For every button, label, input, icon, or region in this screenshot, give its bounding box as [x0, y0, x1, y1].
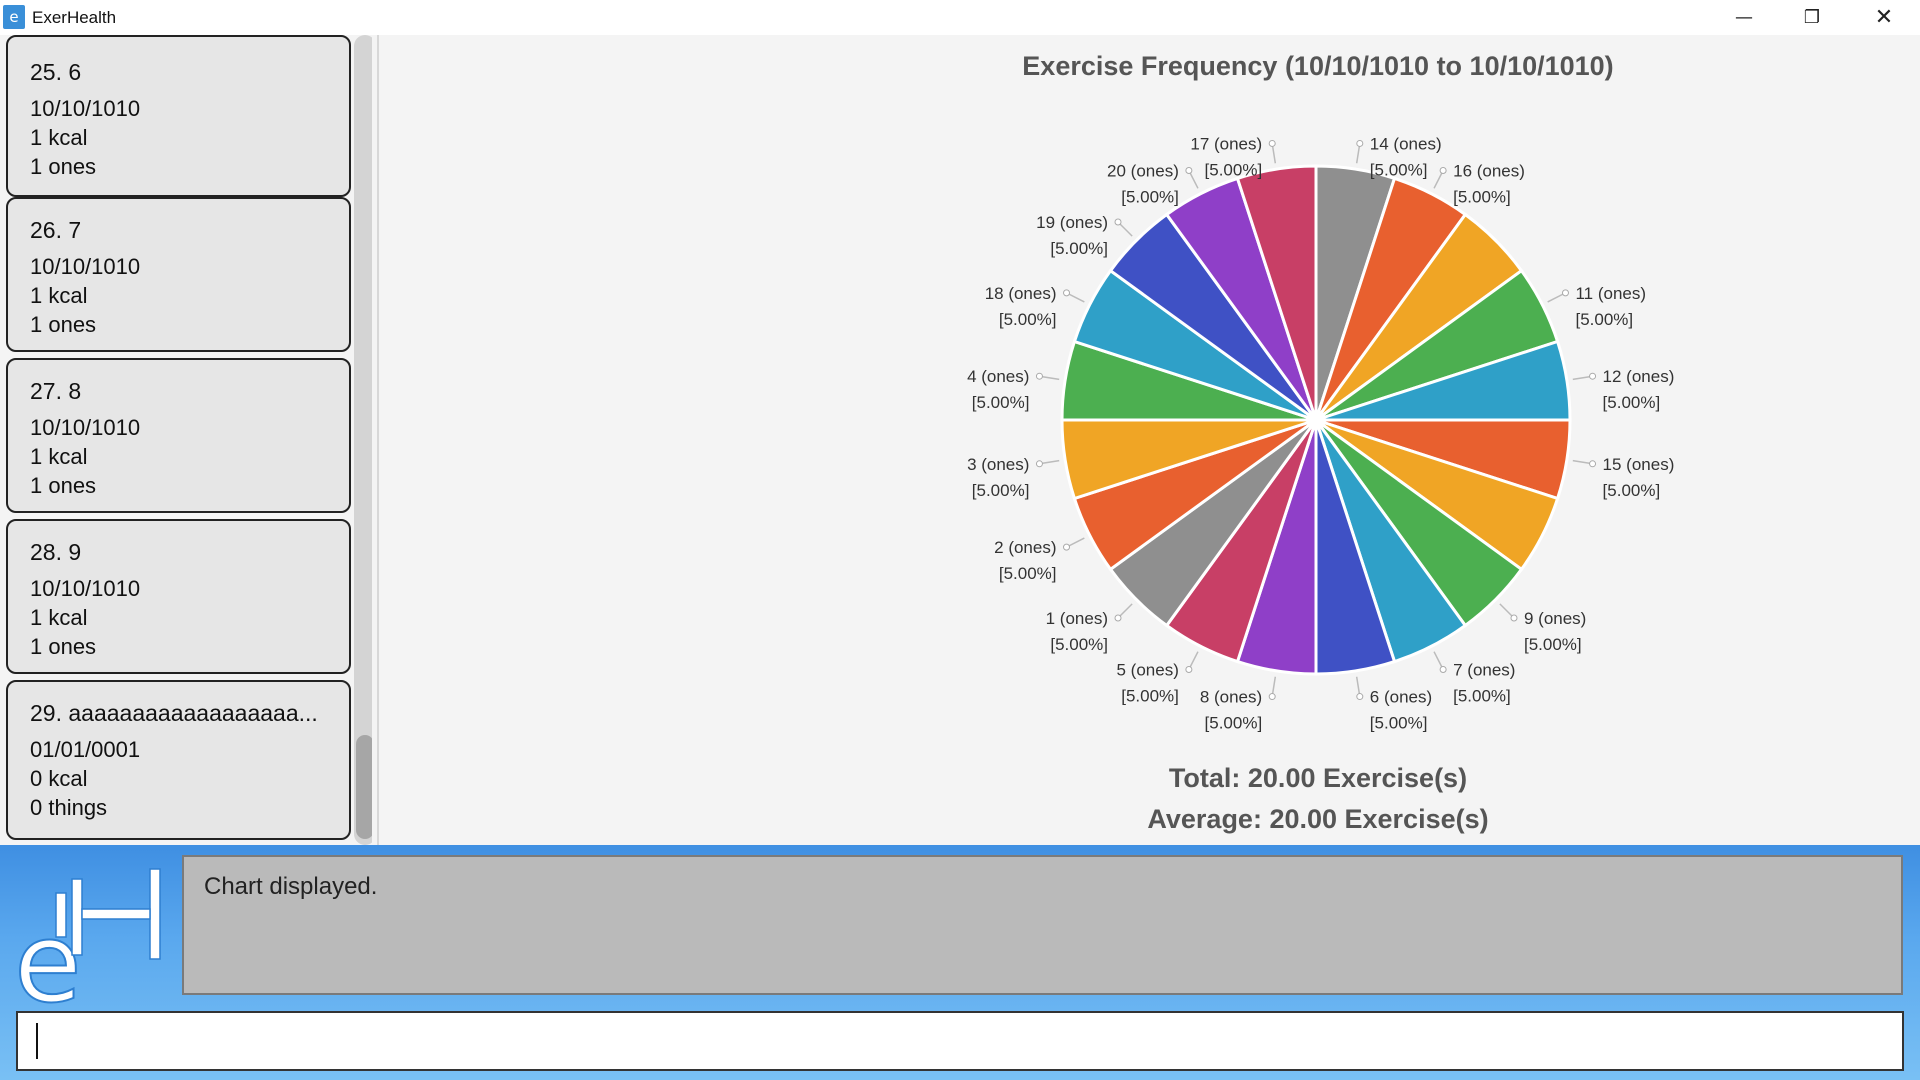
exercise-title: 27. 8: [30, 378, 82, 404]
label-leader-dot: [1185, 167, 1193, 175]
exercise-card[interactable]: 25. 6 10/10/1010 1 kcal 1 ones: [6, 35, 351, 197]
slice-label: 15 (ones): [1603, 455, 1675, 474]
label-leader-dot: [1510, 614, 1518, 622]
list-scrollbar-thumb[interactable]: [356, 735, 372, 839]
label-leader-dot: [1185, 665, 1193, 673]
exercise-quantity: 1 ones: [30, 154, 97, 179]
slice-label: 6 (ones): [1370, 688, 1432, 707]
chart-title: Exercise Frequency (10/10/1010 to 10/10/…: [1022, 51, 1614, 81]
slice-percent-label: [5.00%]: [1524, 635, 1582, 654]
command-area: e Chart displayed.: [0, 845, 1920, 1080]
slice-label: 16 (ones): [1453, 162, 1525, 181]
slice-label: 18 (ones): [985, 284, 1057, 303]
minimize-button[interactable]: —: [1710, 0, 1778, 35]
exercise-list[interactable]: 25. 6 10/10/1010 1 kcal 1 ones 26. 7 10/…: [0, 35, 372, 845]
exercise-date: 10/10/1010: [30, 254, 141, 279]
exercise-title: 25. 6: [30, 59, 82, 85]
slice-percent-label: [5.00%]: [1370, 714, 1428, 733]
text-caret: [36, 1023, 38, 1059]
result-display: Chart displayed.: [182, 855, 1903, 995]
slice-label: 7 (ones): [1453, 660, 1515, 679]
exercise-date: 10/10/1010: [30, 96, 141, 121]
exercise-title: 29. aaaaaaaaaaaaaaaaaa...: [30, 700, 318, 726]
slice-percent-label: [5.00%]: [1121, 188, 1179, 207]
label-leader-dot: [1561, 289, 1569, 297]
exercise-card[interactable]: 28. 9 10/10/1010 1 kcal 1 ones: [6, 519, 351, 674]
exercise-quantity: 1 ones: [30, 473, 97, 498]
slice-label: 20 (ones): [1107, 162, 1179, 181]
slice-percent-label: [5.00%]: [1121, 686, 1179, 705]
exercise-calories: 1 kcal: [30, 444, 88, 469]
slice-percent-label: [5.00%]: [999, 310, 1057, 329]
slice-percent-label: [5.00%]: [1453, 188, 1511, 207]
slice-label: 3 (ones): [967, 455, 1029, 474]
slice-label: 2 (ones): [994, 538, 1056, 557]
label-leader-dot: [1035, 372, 1043, 380]
slice-label: 4 (ones): [967, 367, 1029, 386]
exercise-quantity: 1 ones: [30, 312, 97, 337]
chart-average: Average: 20.00 Exercise(s): [1147, 804, 1489, 834]
exercise-card[interactable]: 29. aaaaaaaaaaaaaaaaaa... 01/01/0001 0 k…: [6, 680, 351, 840]
label-leader-dot: [1268, 693, 1276, 701]
slice-percent-label: [5.00%]: [1205, 160, 1263, 179]
label-leader-dot: [1035, 460, 1043, 468]
exercise-calories: 1 kcal: [30, 283, 88, 308]
chart-total: Total: 20.00 Exercise(s): [1168, 763, 1468, 793]
slice-label: 14 (ones): [1370, 134, 1442, 153]
label-leader-dot: [1356, 693, 1364, 701]
detail-panel: [377, 35, 718, 845]
title-bar: e ExerHealth — ❐ ✕: [0, 0, 1920, 35]
exercise-date: 10/10/1010: [30, 415, 141, 440]
exercise-date: 01/01/0001: [30, 737, 141, 762]
slice-percent-label: [5.00%]: [972, 393, 1030, 412]
app-logo-icon: e: [3, 5, 25, 29]
exercise-calories: 0 kcal: [30, 766, 88, 791]
slice-label: 19 (ones): [1036, 213, 1108, 232]
slice-label: 8 (ones): [1200, 688, 1262, 707]
exerhealth-logo: e: [14, 868, 161, 1009]
slice-percent-label: [5.00%]: [1050, 635, 1108, 654]
slice-label: 9 (ones): [1524, 609, 1586, 628]
label-leader-dot: [1439, 665, 1447, 673]
slice-percent-label: [5.00%]: [1050, 239, 1108, 258]
window-title: ExerHealth: [32, 8, 117, 27]
slice-label: 5 (ones): [1117, 660, 1179, 679]
pie-chart: 14 (ones) [5.00%] 16 (ones) [5.00%] 11 (ones…: [967, 134, 1675, 733]
exercise-title: 26. 7: [30, 217, 82, 243]
label-leader-dot: [1268, 139, 1276, 147]
label-leader-dot: [1063, 289, 1071, 297]
slice-percent-label: [5.00%]: [1370, 160, 1428, 179]
slice-label: 11 (ones): [1575, 284, 1646, 303]
label-leader-dot: [1589, 372, 1597, 380]
slice-percent-label: [5.00%]: [1205, 714, 1263, 733]
label-leader-dot: [1589, 460, 1597, 468]
restore-button[interactable]: ❐: [1778, 0, 1846, 35]
exercise-card[interactable]: 27. 8 10/10/1010 1 kcal 1 ones: [6, 358, 351, 513]
exercise-calories: 1 kcal: [30, 125, 88, 150]
slice-label: 17 (ones): [1190, 134, 1262, 153]
label-leader-dot: [1063, 543, 1071, 551]
exercise-quantity: 1 ones: [30, 634, 97, 659]
slice-percent-label: [5.00%]: [999, 564, 1057, 583]
label-leader-dot: [1356, 139, 1364, 147]
label-leader-dot: [1439, 167, 1447, 175]
exercise-quantity: 0 things: [30, 795, 108, 820]
chart-panel: 14 (ones) [5.00%] 16 (ones) [5.00%] 11 (ones…: [716, 35, 1920, 845]
slice-percent-label: [5.00%]: [1603, 393, 1661, 412]
list-scrollbar[interactable]: [354, 35, 372, 845]
slice-percent-label: [5.00%]: [1575, 310, 1633, 329]
slice-label: 1 (ones): [1046, 609, 1108, 628]
exercise-date: 10/10/1010: [30, 576, 141, 601]
slice-percent-label: [5.00%]: [1603, 481, 1661, 500]
slice-percent-label: [5.00%]: [972, 481, 1030, 500]
slice-percent-label: [5.00%]: [1453, 686, 1511, 705]
exercise-title: 28. 9: [30, 539, 82, 565]
slice-label: 12 (ones): [1603, 367, 1675, 386]
exercise-calories: 1 kcal: [30, 605, 88, 630]
exercise-card[interactable]: 26. 7 10/10/1010 1 kcal 1 ones: [6, 197, 351, 352]
label-leader-dot: [1114, 218, 1122, 226]
command-input[interactable]: [16, 1011, 1904, 1071]
label-leader-dot: [1114, 614, 1122, 622]
close-button[interactable]: ✕: [1850, 0, 1918, 35]
